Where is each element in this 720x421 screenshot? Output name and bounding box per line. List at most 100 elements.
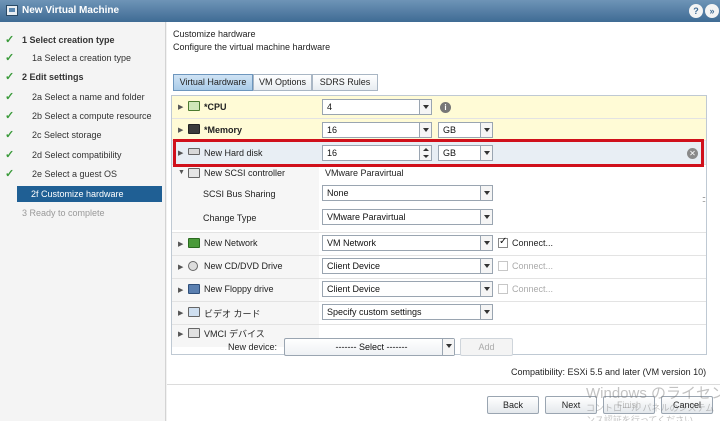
nav-step-2f[interactable]: 2f Customize hardware — [17, 186, 162, 202]
chevron-down-icon — [480, 186, 492, 200]
cddvd-select[interactable]: Client Device — [322, 258, 493, 274]
cpu-label: *CPU — [204, 102, 227, 112]
memory-unit-select[interactable]: GB — [438, 122, 493, 138]
floppy-label: New Floppy drive — [204, 284, 274, 294]
activation-watermark-line3: ンス認証を行ってください。 — [586, 415, 703, 421]
scsi-change-type-select[interactable]: VMware Paravirtual — [322, 209, 493, 225]
hard-disk-icon — [188, 148, 200, 155]
chevron-down-icon — [480, 305, 492, 319]
remove-device-icon[interactable]: ✕ — [687, 148, 698, 159]
video-card-row: ▶ ビデオ カード Specify custom settings — [172, 301, 706, 324]
check-icon: ✓ — [5, 149, 15, 161]
hard-disk-size-input[interactable]: 16 — [322, 145, 432, 161]
chevron-down-icon — [480, 236, 492, 250]
chevron-down-icon — [480, 123, 492, 137]
nav-step-2c[interactable]: ✓ 2c Select storage — [0, 127, 166, 143]
back-button[interactable]: Back — [487, 396, 539, 414]
vmci-icon — [188, 328, 200, 338]
collapse-arrow-icon[interactable]: ▼ — [178, 169, 185, 176]
memory-icon — [188, 124, 200, 134]
monitor-icon — [188, 307, 200, 317]
scsi-row: ▼ New SCSI controller VMware Paravirtual — [172, 164, 706, 182]
page-title: Customize hardware — [173, 29, 256, 39]
check-icon: ✓ — [5, 110, 15, 122]
scsi-change-type-label: Change Type — [203, 213, 257, 223]
expand-arrow-icon[interactable]: ▶ — [178, 309, 183, 317]
nav-step-3: 3 Ready to complete — [22, 208, 105, 218]
network-icon — [188, 238, 200, 248]
cpu-icon — [188, 101, 200, 111]
chevron-down-icon — [480, 210, 492, 224]
nav-step-2d[interactable]: ✓ 2d Select compatibility — [0, 147, 166, 163]
memory-label: *Memory — [204, 125, 243, 135]
memory-select[interactable]: 16 — [322, 122, 432, 138]
nav-step-2a[interactable]: ✓ 2a Select a name and folder — [0, 89, 166, 105]
video-card-label: ビデオ カード — [204, 309, 261, 319]
chevron-down-icon — [442, 339, 454, 355]
scsi-bus-sharing-select[interactable]: None — [322, 185, 493, 201]
chevron-down-icon — [480, 282, 492, 296]
hard-disk-unit-select[interactable]: GB — [438, 145, 493, 161]
check-icon: ✓ — [5, 34, 15, 46]
nav-step-1[interactable]: ✓ 1 Select creation type — [0, 32, 166, 48]
scsi-change-type-row: Change Type VMware Paravirtual — [172, 206, 706, 230]
network-row: ▶ New Network VM Network Connect... — [172, 232, 706, 255]
chevron-down-icon — [419, 100, 431, 114]
add-device-button[interactable]: Add — [460, 338, 513, 356]
network-label: New Network — [204, 238, 258, 248]
expand-arrow-icon[interactable]: ▶ — [178, 286, 183, 294]
vmci-label: VMCI デバイス — [204, 329, 265, 339]
scsi-controller-icon — [188, 168, 200, 178]
nav-step-2[interactable]: ✓ 2 Edit settings — [0, 69, 166, 85]
video-card-select[interactable]: Specify custom settings — [322, 304, 493, 320]
check-icon: ✓ — [5, 91, 15, 103]
expand-arrow-icon[interactable]: ▶ — [178, 126, 183, 134]
vm-app-icon — [6, 5, 18, 16]
compatibility-text: Compatibility: ESXi 5.5 and later (VM ve… — [511, 367, 707, 377]
chevron-down-icon — [419, 123, 431, 137]
spinner-icon[interactable] — [419, 146, 431, 160]
cpu-select[interactable]: 4 — [322, 99, 432, 115]
expand-arrow-icon[interactable]: ▶ — [178, 263, 183, 271]
nav-step-1a[interactable]: ✓ 1a Select a creation type — [0, 50, 166, 66]
tab-virtual-hardware[interactable]: Virtual Hardware — [173, 74, 253, 91]
network-connect-checkbox[interactable] — [498, 236, 508, 248]
cddvd-connect-label: Connect... — [512, 261, 554, 271]
floppy-icon — [188, 284, 200, 294]
check-icon: ✓ — [5, 52, 15, 64]
floppy-connect-label: Connect... — [512, 284, 554, 294]
collapse-icon[interactable]: » — [705, 4, 719, 18]
hard-disk-row: ▶ New Hard disk 16 GB ✕ — [172, 140, 706, 164]
chevron-down-icon — [480, 259, 492, 273]
floppy-connect-checkbox — [498, 284, 508, 294]
main-panel: Customize hardware Configure the virtual… — [167, 22, 720, 421]
network-select[interactable]: VM Network — [322, 235, 493, 251]
title-bar: New Virtual Machine ? » — [0, 0, 720, 22]
scsi-label: New SCSI controller — [204, 168, 286, 178]
scsi-value: VMware Paravirtual — [325, 168, 404, 178]
check-icon: ✓ — [5, 71, 15, 83]
nav-step-2b[interactable]: ✓ 2b Select a compute resource — [0, 108, 166, 124]
help-icon[interactable]: ? — [689, 4, 703, 18]
expand-arrow-icon[interactable]: ▶ — [178, 330, 183, 338]
tab-sdrs-rules[interactable]: SDRS Rules — [312, 74, 378, 91]
expand-arrow-icon[interactable]: ▶ — [178, 149, 183, 157]
expand-arrow-icon[interactable]: ▶ — [178, 103, 183, 111]
scsi-bus-sharing-label: SCSI Bus Sharing — [203, 189, 276, 199]
info-icon[interactable]: i — [440, 102, 451, 113]
new-device-select[interactable]: ------- Select ------- — [284, 338, 455, 356]
resize-handle-icon[interactable] — [702, 194, 706, 207]
cddvd-connect-checkbox — [498, 261, 508, 271]
cd-dvd-icon — [188, 261, 198, 271]
floppy-row: ▶ New Floppy drive Client Device Connect… — [172, 278, 706, 301]
cpu-row: ▶ *CPU 4 i — [172, 96, 706, 118]
check-icon: ✓ — [5, 129, 15, 141]
wizard-nav: ✓ 1 Select creation type ✓ 1a Select a c… — [0, 22, 166, 421]
cddvd-row: ▶ New CD/DVD Drive Client Device Connect… — [172, 255, 706, 278]
window-title: New Virtual Machine — [22, 5, 120, 16]
expand-arrow-icon[interactable]: ▶ — [178, 240, 183, 248]
new-device-label: New device: — [228, 342, 278, 352]
tab-vm-options[interactable]: VM Options — [253, 74, 312, 91]
nav-step-2e[interactable]: ✓ 2e Select a guest OS — [0, 166, 166, 182]
floppy-select[interactable]: Client Device — [322, 281, 493, 297]
